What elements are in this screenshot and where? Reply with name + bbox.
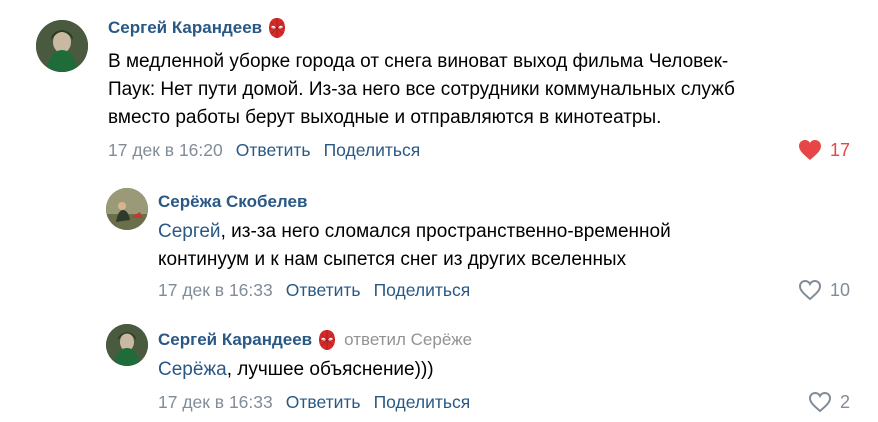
comment-text-line: В медленной уборке города от снега винов… bbox=[108, 51, 729, 72]
heart-outline-icon bbox=[798, 279, 822, 301]
spiderman-mask-icon bbox=[268, 17, 286, 39]
mention-link[interactable]: Сергей bbox=[158, 221, 221, 242]
comment-text: В медленной уборке города от снега винов… bbox=[108, 48, 735, 132]
author-name[interactable]: Серёжа Скобелев bbox=[158, 192, 307, 212]
author-name[interactable]: Сергей Карандеев bbox=[108, 18, 262, 38]
comment-meta: 17 дек в 16:20 Ответить Поделиться bbox=[108, 138, 420, 162]
heart-outline-icon bbox=[808, 391, 832, 413]
like-count: 10 bbox=[830, 279, 851, 300]
mention-link[interactable]: Серёжа bbox=[158, 359, 227, 380]
avatar[interactable] bbox=[106, 188, 148, 230]
avatar-image bbox=[106, 188, 148, 230]
author-name[interactable]: Сергей Карандеев bbox=[158, 330, 312, 350]
comment-text: Сергей, из-за него сломался пространстве… bbox=[158, 218, 671, 274]
comment-date[interactable]: 17 дек в 16:33 bbox=[158, 392, 273, 413]
replied-to-link[interactable]: ответил Серёже bbox=[344, 330, 472, 350]
heart-filled-icon bbox=[799, 140, 821, 160]
comment-text-fragment: , лучшее объяснение))) bbox=[226, 359, 434, 380]
spiderman-mask-icon bbox=[318, 329, 336, 351]
comment-meta: 17 дек в 16:33 Ответить Поделиться bbox=[158, 278, 470, 302]
share-button[interactable]: Поделиться bbox=[324, 140, 421, 161]
comment-text-fragment: , из-за него сломался пространственно-вр… bbox=[220, 221, 671, 242]
like-count: 2 bbox=[840, 391, 851, 412]
comment-date[interactable]: 17 дек в 16:20 bbox=[108, 140, 223, 161]
avatar-image bbox=[36, 20, 88, 72]
comment-date[interactable]: 17 дек в 16:33 bbox=[158, 280, 273, 301]
reply-button[interactable]: Ответить bbox=[286, 280, 361, 301]
share-button[interactable]: Поделиться bbox=[374, 280, 471, 301]
comment-text-line: Сергей, из-за него сломался пространстве… bbox=[158, 218, 671, 246]
avatar-image bbox=[106, 324, 148, 366]
reply-button[interactable]: Ответить bbox=[236, 140, 311, 161]
reply-button[interactable]: Ответить bbox=[286, 392, 361, 413]
author-row: Сергей Карандеев bbox=[108, 14, 286, 42]
avatar[interactable] bbox=[36, 20, 88, 72]
comment-text-line: Серёжа, лучшее объяснение))) bbox=[158, 356, 434, 384]
like-button[interactable]: 17 bbox=[798, 138, 850, 162]
like-count: 17 bbox=[830, 139, 851, 160]
comment-text-line: Паук: Нет пути домой. Из-за него все сот… bbox=[108, 79, 735, 100]
avatar[interactable] bbox=[106, 324, 148, 366]
author-row: Сергей Карандеев ответил Серёже bbox=[158, 326, 472, 354]
like-button[interactable]: 2 bbox=[808, 390, 850, 414]
comment-text-line: континуум и к нам сыпется снег из других… bbox=[158, 249, 627, 270]
comment-text-line: вместо работы берут выходные и отправляю… bbox=[108, 107, 662, 128]
share-button[interactable]: Поделиться bbox=[374, 392, 471, 413]
author-row: Серёжа Скобелев bbox=[158, 188, 307, 216]
comment-text: Серёжа, лучшее объяснение))) bbox=[158, 356, 434, 384]
comment-meta: 17 дек в 16:33 Ответить Поделиться bbox=[158, 390, 470, 414]
like-button[interactable]: 10 bbox=[798, 278, 850, 302]
